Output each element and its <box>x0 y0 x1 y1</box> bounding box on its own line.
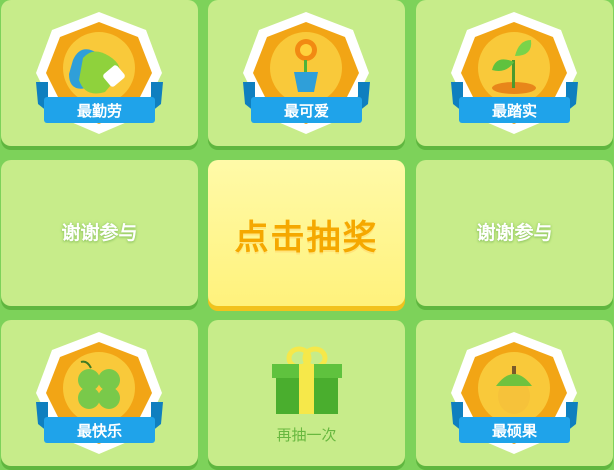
thanks-tile-left[interactable]: 谢谢参与 <box>1 160 198 306</box>
draw-button[interactable]: 点击抽奖 <box>208 160 405 306</box>
flower-pot-icon <box>294 39 318 92</box>
prize-tile-hardworking[interactable]: 最勤劳 <box>1 0 198 146</box>
badge-label: 最可爱 <box>283 102 329 120</box>
thanks-label: 谢谢参与 <box>476 222 553 244</box>
prize-tile-happiest[interactable]: 最快乐 <box>1 320 198 466</box>
badge-label: 最勤劳 <box>76 102 122 120</box>
prize-tile-steady[interactable]: 最踏实 <box>416 0 613 146</box>
thanks-label: 谢谢参与 <box>61 222 138 244</box>
prize-tile-cutest[interactable]: 最可爱 <box>208 0 405 146</box>
draw-button-label: 点击抽奖 <box>234 218 379 258</box>
badge-label: 最踏实 <box>491 102 537 120</box>
lottery-grid: 最勤劳 最可爱 最踏实 谢谢参与 点击抽奖 谢谢参与 最快乐 再抽一次 最硕果 <box>0 0 614 470</box>
badge-label: 最快乐 <box>76 422 122 440</box>
retry-tile[interactable]: 再抽一次 <box>208 320 405 466</box>
thanks-tile-right[interactable]: 谢谢参与 <box>416 160 613 306</box>
badge-label: 最硕果 <box>491 422 537 440</box>
sprout-icon <box>492 40 536 94</box>
retry-label: 再抽一次 <box>276 426 337 444</box>
clover-icon <box>78 360 120 409</box>
acorn-icon <box>496 366 532 414</box>
prize-tile-fruitful[interactable]: 最硕果 <box>416 320 613 466</box>
gloves-icon <box>69 49 125 94</box>
